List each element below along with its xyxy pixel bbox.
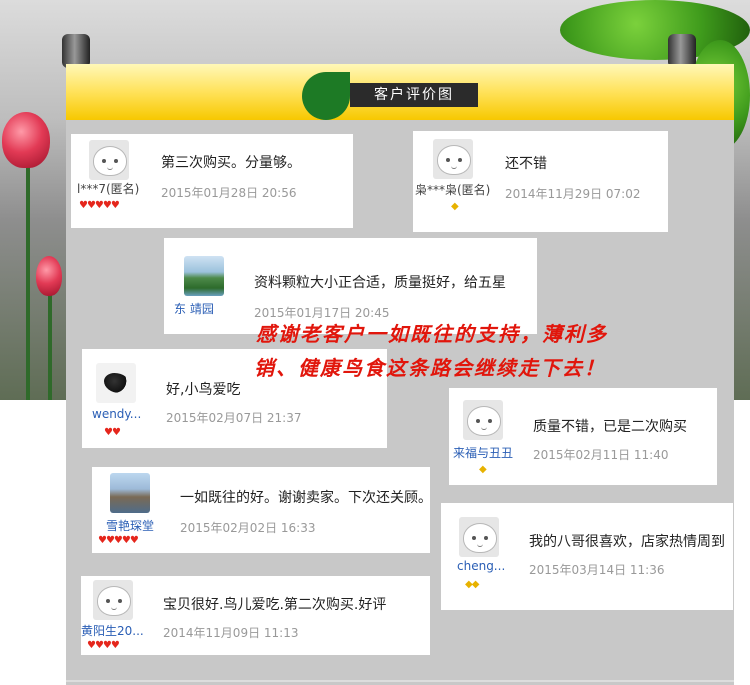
review-text: 还不错 — [505, 156, 547, 172]
leaf-badge-icon — [302, 72, 350, 120]
review-date: 2015年02月11日 11:40 — [533, 448, 669, 462]
rating-hearts: ♥♥♥♥♥ — [79, 200, 120, 211]
section-title: 客户评价图 — [350, 83, 478, 107]
landscape-photo-avatar[interactable] — [184, 256, 224, 296]
avatar[interactable] — [459, 517, 499, 557]
review-text: 资料颗粒大小正合适，质量挺好，给五星 — [254, 275, 506, 291]
review-text: 好,小鸟爱吃 — [166, 382, 241, 398]
default-face-icon — [463, 523, 497, 553]
reviewer-name[interactable]: cheng... — [457, 559, 505, 573]
reviewer-name[interactable]: 枭***枭(匿名) — [415, 181, 490, 198]
reviewer-name[interactable]: 雪艳琛堂 — [106, 517, 154, 534]
rating-hearts: ♥♥ — [104, 427, 121, 438]
review-text: 第三次购买。分量够。 — [161, 155, 301, 171]
avatar[interactable] — [433, 139, 473, 179]
review-date: 2015年02月07日 21:37 — [166, 411, 302, 425]
review-text: 我的八哥很喜欢，店家热情周到 — [529, 534, 725, 550]
review-text: 一如既往的好。谢谢卖家。下次还关顾。 — [180, 490, 432, 506]
avatar[interactable] — [89, 140, 129, 180]
lotus-bud-image — [36, 256, 62, 296]
review-date: 2014年11月09日 11:13 — [163, 626, 299, 640]
default-face-icon — [467, 406, 501, 436]
bird-photo-avatar[interactable] — [96, 363, 136, 403]
scroll-rod-right — [668, 34, 696, 68]
review-date: 2015年03月14日 11:36 — [529, 563, 665, 577]
avatar[interactable] — [463, 400, 503, 440]
rating-diamonds: ◆ — [479, 464, 487, 475]
avatar[interactable] — [93, 580, 133, 620]
reviewer-name[interactable]: 来福与丑丑 — [453, 444, 513, 461]
default-face-icon — [97, 586, 131, 616]
people-photo-avatar[interactable] — [110, 473, 150, 513]
divider — [66, 680, 734, 682]
review-card: 黄阳生20... ♥♥♥♥ 宝贝很好.鸟儿爱吃.第二次购买.好评 2014年11… — [81, 576, 430, 655]
review-card: l***7(匿名) ♥♥♥♥♥ 第三次购买。分量够。 2015年01月28日 2… — [71, 134, 353, 228]
promo-text-line1: 感谢老客户一如既往的支持，薄利多 — [256, 322, 608, 346]
lotus-stem — [48, 290, 52, 400]
review-card: 雪艳琛堂 ♥♥♥♥♥ 一如既往的好。谢谢卖家。下次还关顾。 2015年02月02… — [92, 467, 432, 553]
scroll-rod-left — [62, 34, 90, 68]
reviewer-name[interactable]: 东 靖园 — [174, 300, 214, 317]
reviewer-name[interactable]: l***7(匿名) — [77, 180, 139, 197]
reviewer-name[interactable]: 黄阳生20... — [81, 622, 144, 639]
rating-hearts: ♥♥♥♥♥ — [98, 535, 139, 546]
promo-text-line2: 销、健康鸟食这条路会继续走下去！ — [254, 356, 606, 380]
review-date: 2014年11月29日 07:02 — [505, 187, 641, 201]
rating-hearts: ♥♥♥♥ — [87, 640, 120, 651]
rating-diamonds: ◆ — [451, 201, 459, 212]
review-card: cheng... ◆◆ 我的八哥很喜欢，店家热情周到 2015年03月14日 1… — [441, 503, 733, 610]
default-face-icon — [93, 146, 127, 176]
default-face-icon — [437, 145, 471, 175]
reviewer-name[interactable]: wendy... — [92, 407, 141, 421]
ink-bird-icon — [104, 373, 130, 393]
lotus-stem — [26, 160, 30, 400]
review-text: 质量不错，已是二次购买 — [533, 419, 687, 435]
review-date: 2015年01月28日 20:56 — [161, 186, 297, 200]
review-text: 宝贝很好.鸟儿爱吃.第二次购买.好评 — [163, 597, 387, 613]
review-card: 枭***枭(匿名) ◆ 还不错 2014年11月29日 07:02 — [413, 131, 668, 232]
lotus-flower-image — [2, 112, 50, 168]
review-card: 来福与丑丑 ◆ 质量不错，已是二次购买 2015年02月11日 11:40 — [449, 388, 717, 485]
review-date: 2015年02月02日 16:33 — [180, 521, 316, 535]
rating-diamonds: ◆◆ — [465, 579, 479, 590]
